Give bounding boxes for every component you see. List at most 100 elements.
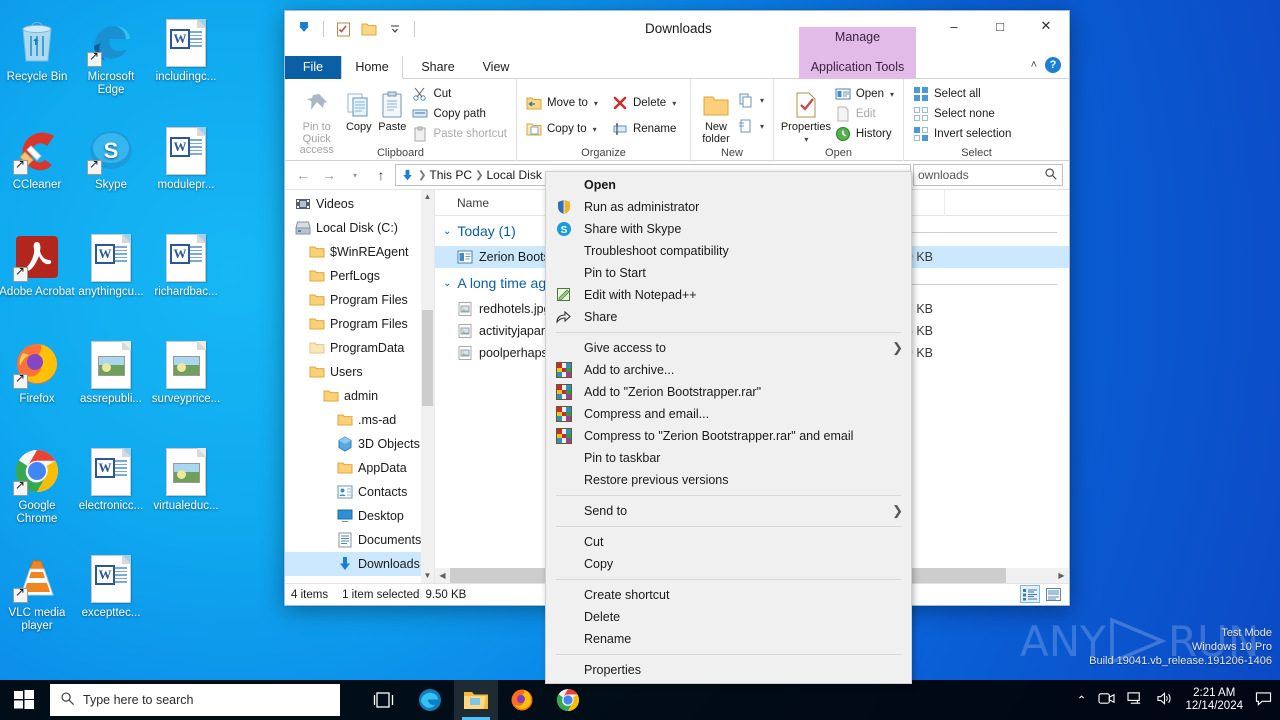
nav-item-users[interactable]: Users: [285, 360, 434, 384]
group-collapse-chevron-icon[interactable]: ⌄: [443, 226, 451, 237]
taskbar-firefox-button[interactable]: [500, 680, 544, 720]
delete-chevron-down-icon[interactable]: ▾: [672, 99, 676, 108]
context-menu-item-rename[interactable]: Rename: [546, 628, 911, 650]
up-button[interactable]: ↑: [369, 163, 393, 187]
context-menu-item-troubleshoot-compatibility[interactable]: Troubleshoot compatibility: [546, 240, 911, 262]
breadcrumb-this-pc[interactable]: This PC: [429, 168, 472, 182]
maximize-button[interactable]: □: [977, 11, 1023, 41]
collapse-ribbon-icon[interactable]: ˄: [1031, 59, 1037, 71]
taskbar-search-box[interactable]: Type here to search: [50, 684, 340, 716]
recent-locations-chevron-down-icon[interactable]: ▾: [343, 163, 367, 187]
nav-item-desktop[interactable]: Desktop: [285, 504, 434, 528]
hscroll-left-icon[interactable]: ◀: [435, 571, 450, 580]
search-box[interactable]: ownloads: [913, 164, 1063, 186]
delete-button[interactable]: Delete ▾: [609, 90, 679, 116]
search-icon[interactable]: [1044, 167, 1058, 184]
context-menu-item-compress-to-zerion-bootstrapper-rar-and-email[interactable]: Compress to "Zerion Bootstrapper.rar" an…: [546, 425, 911, 447]
taskbar-search-input[interactable]: Type here to search: [83, 693, 193, 707]
context-menu-item-pin-to-start[interactable]: Pin to Start: [546, 262, 911, 284]
start-button[interactable]: [0, 680, 48, 720]
breadcrumb-local-disk[interactable]: Local Disk: [486, 168, 541, 182]
nav-item-programdata[interactable]: ProgramData: [285, 336, 434, 360]
context-menu-item-share-with-skype[interactable]: S Share with Skype: [546, 218, 911, 240]
forward-button[interactable]: →: [317, 163, 341, 187]
desktop-icon-ccleaner[interactable]: CCleaner: [0, 127, 75, 192]
navigation-scrollbar[interactable]: ▲ ▼: [421, 190, 434, 583]
nav-item-documents[interactable]: Documents: [285, 528, 434, 552]
tab-share[interactable]: Share: [410, 56, 466, 79]
select-none-button[interactable]: Select none: [910, 104, 1014, 124]
nav-scroll-up-icon[interactable]: ▲: [421, 190, 434, 204]
back-button[interactable]: ←: [291, 163, 315, 187]
properties-icon[interactable]: [332, 18, 354, 40]
taskbar-edge-button[interactable]: [408, 680, 452, 720]
desktop-icon-modulepr[interactable]: Wmodulepr...: [148, 127, 224, 192]
nav-item-3d-objects[interactable]: 3D Objects: [285, 432, 434, 456]
nav-item-contacts[interactable]: Contacts: [285, 480, 434, 504]
nav-item-ms-ad[interactable]: .ms-ad: [285, 408, 434, 432]
context-menu-item-add-to-zerion-bootstrapper-rar[interactable]: Add to "Zerion Bootstrapper.rar": [546, 381, 911, 403]
open-button[interactable]: Open ▾: [832, 84, 897, 104]
context-menu-item-add-to-archive[interactable]: Add to archive...: [546, 359, 911, 381]
desktop-icon-microsoft-edge[interactable]: Microsoft Edge: [73, 19, 149, 96]
paste-shortcut-button[interactable]: Paste shortcut: [409, 124, 510, 144]
rename-button[interactable]: Rename: [609, 116, 679, 142]
desktop-icon-anythingcu[interactable]: Wanythingcu...: [73, 234, 149, 299]
clock[interactable]: 2:21 AM 12/14/2024: [1185, 687, 1243, 713]
submenu-chevron-right-icon[interactable]: ❯: [892, 503, 903, 519]
webcam-icon[interactable]: [1098, 691, 1115, 709]
desktop-icon-richardbac[interactable]: Wrichardbac...: [148, 234, 224, 299]
nav-item-appdata[interactable]: AppData: [285, 456, 434, 480]
group-collapse-chevron-icon[interactable]: ⌄: [443, 278, 451, 289]
desktop-icon-excepttec[interactable]: Wexcepttec...: [73, 555, 149, 620]
tab-application-tools[interactable]: Application Tools: [799, 56, 916, 79]
properties-chevron-down-icon[interactable]: ▾: [781, 134, 832, 146]
desktop-icon-electronicc[interactable]: Welectronicc...: [73, 448, 149, 513]
context-menu-item-properties[interactable]: Properties: [546, 659, 911, 681]
context-menu-item-restore-previous-versions[interactable]: Restore previous versions: [546, 469, 911, 491]
desktop-icon-adobe-acrobat[interactable]: Adobe Acrobat: [0, 234, 75, 299]
copy-to-chevron-down-icon[interactable]: ▾: [593, 125, 597, 134]
desktop-icon-recycle-bin[interactable]: Recycle Bin: [0, 19, 75, 84]
desktop-icon-virtualeduc[interactable]: virtualeduc...: [148, 448, 224, 513]
close-button[interactable]: ✕: [1023, 11, 1069, 41]
context-menu-item-delete[interactable]: Delete: [546, 606, 911, 628]
taskbar-chrome-button[interactable]: [546, 680, 590, 720]
hscroll-right-icon[interactable]: ▶: [1054, 571, 1069, 580]
minimize-button[interactable]: –: [931, 11, 977, 41]
desktop-icon-firefox[interactable]: Firefox: [0, 341, 75, 406]
context-menu-item-create-shortcut[interactable]: Create shortcut: [546, 584, 911, 606]
nav-item-perflogs[interactable]: PerfLogs: [285, 264, 434, 288]
context-menu-item-pin-to-taskbar[interactable]: Pin to taskbar: [546, 447, 911, 469]
tab-view[interactable]: View: [468, 56, 524, 79]
invert-selection-button[interactable]: Invert selection: [910, 124, 1014, 144]
context-menu-item-copy[interactable]: Copy: [546, 553, 911, 575]
nav-item-local-disk-c[interactable]: Local Disk (C:): [285, 216, 434, 240]
open-chevron-down-icon[interactable]: ▾: [890, 90, 894, 99]
nav-item-admin[interactable]: admin: [285, 384, 434, 408]
context-menu-item-share[interactable]: Share: [546, 306, 911, 328]
nav-item-winreagent[interactable]: $WinREAgent: [285, 240, 434, 264]
details-view-button[interactable]: [1020, 585, 1040, 603]
easy-access-button[interactable]: ▾: [735, 113, 767, 139]
new-folder-icon[interactable]: [358, 18, 380, 40]
new-item-button[interactable]: ▾: [735, 87, 767, 113]
nav-item-downloads[interactable]: Downloads: [285, 552, 434, 576]
context-menu-item-send-to[interactable]: Send to ❯: [546, 500, 911, 522]
desktop-icon-includingc[interactable]: Wincludingc...: [148, 19, 224, 84]
nav-item-videos[interactable]: Videos: [285, 192, 434, 216]
tab-home[interactable]: Home: [341, 56, 403, 79]
network-icon[interactable]: [1127, 691, 1144, 709]
show-hidden-icons-chevron-up-icon[interactable]: ⌃: [1077, 693, 1087, 707]
nav-item-program-files[interactable]: Program Files: [285, 288, 434, 312]
desktop-icon-vlc-media-player[interactable]: VLC media player: [0, 555, 75, 632]
context-menu-item-compress-and-email[interactable]: Compress and email...: [546, 403, 911, 425]
volume-icon[interactable]: [1156, 691, 1173, 709]
desktop-icon-surveyprice[interactable]: surveyprice...: [148, 341, 224, 406]
copy-path-button[interactable]: Copy path: [409, 104, 510, 124]
task-view-button[interactable]: [362, 680, 406, 720]
select-all-button[interactable]: Select all: [910, 84, 1014, 104]
submenu-chevron-right-icon[interactable]: ❯: [892, 340, 903, 356]
nav-scroll-down-icon[interactable]: ▼: [421, 569, 434, 583]
move-to-chevron-down-icon[interactable]: ▾: [594, 99, 598, 108]
